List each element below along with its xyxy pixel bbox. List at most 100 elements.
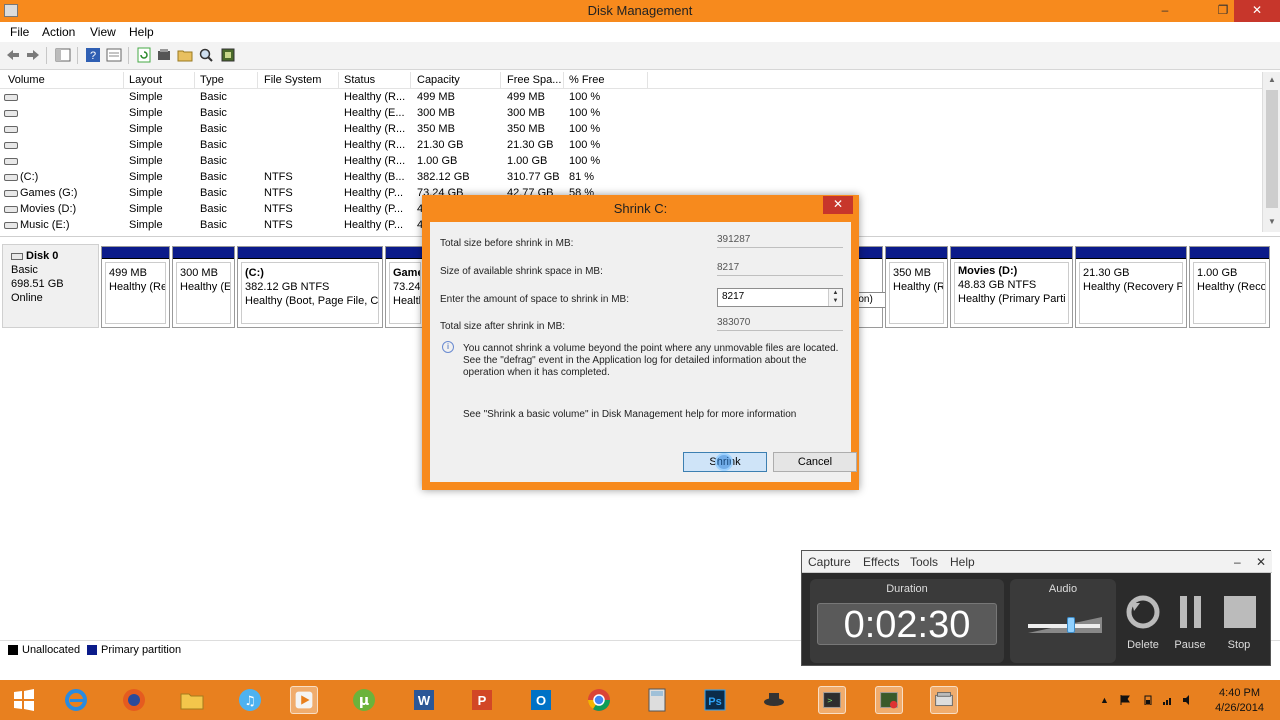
pause-button[interactable]: Pause [1168,639,1212,651]
cell-volume: Movies (D:) [20,203,77,215]
recorder-minimize-button[interactable]: – [1234,555,1241,569]
svg-text:P: P [478,693,487,708]
recorder-menu-help[interactable]: Help [950,555,975,569]
svg-text:µ: µ [359,693,369,709]
partition-recovery-2[interactable]: 350 MB Healthy (R [885,246,948,328]
audio-slider-thumb[interactable] [1067,617,1075,633]
task-app-icon[interactable] [875,686,903,714]
table-row[interactable]: Simple Basic Healthy (R... 1.00 GB 1.00 GB 10… [0,154,1262,170]
pause-icon[interactable] [1176,595,1206,629]
partition-size: 350 MB [893,267,931,279]
cell-capacity: 350 MB [417,123,455,135]
cell-layout: Simple [129,219,163,231]
volume-list-scrollbar[interactable]: ▲ ▼ [1262,72,1280,232]
table-row[interactable]: Simple Basic Healthy (R... 350 MB 350 MB 100 … [0,122,1262,138]
recorder-menu-effects[interactable]: Effects [863,555,899,569]
delete-button[interactable]: Delete [1121,639,1165,651]
cell-type: Basic [200,91,227,103]
partition-efi[interactable]: 300 MB Healthy (E [172,246,235,328]
partition-recovery-4[interactable]: 1.00 GB Healthy (Reco [1189,246,1270,328]
cell-type: Basic [200,219,227,231]
scroll-down-arrow-icon[interactable]: ▼ [1263,214,1280,230]
recorder-menu-tools[interactable]: Tools [910,555,938,569]
scroll-thumb[interactable] [1266,90,1278,208]
stop-button[interactable]: Stop [1217,639,1261,651]
dialog-close-button[interactable]: ✕ [823,196,853,214]
command-prompt-icon[interactable]: > [818,686,846,714]
powerpoint-icon[interactable]: P [468,686,496,714]
disk-management-taskbar-icon[interactable] [930,686,958,714]
shrink-amount-input[interactable]: 8217 ▲ ▼ [717,288,843,307]
svg-text:Ps: Ps [708,696,721,708]
partition-recovery-3[interactable]: 21.30 GB Healthy (Recovery P [1075,246,1187,328]
cell-volume: Music (E:) [20,219,70,231]
show-hidden-icons-arrow-icon[interactable]: ▲ [1100,695,1110,705]
dialog-body: Total size before shrink in MB: 391287 S… [430,222,851,482]
table-row[interactable]: Simple Basic Healthy (E... 300 MB 300 MB 100 … [0,106,1262,122]
firefox-icon[interactable] [120,686,148,714]
table-row[interactable]: Simple Basic Healthy (R... 499 MB 499 MB 100 … [0,90,1262,106]
partition-status: Healthy (E [180,281,231,293]
legend-primary-partition: Primary partition [101,644,182,656]
disk-name-text: Disk 0 [26,250,59,262]
internet-explorer-icon[interactable] [62,686,90,714]
partition-size: 499 MB [109,267,147,279]
cell-type: Basic [200,155,227,167]
partition-name: Movies (D:) [958,265,1018,277]
action-center-flag-icon[interactable] [1120,695,1130,705]
windows-start-icon[interactable] [10,686,38,714]
utorrent-icon[interactable]: µ [350,686,378,714]
partition-movies[interactable]: Movies (D:) 48.83 GB NTFS Healthy (Prima… [950,246,1073,328]
cell-type: Basic [200,203,227,215]
partition-recovery-1[interactable]: 499 MB Healthy (Re [101,246,170,328]
cell-type: Basic [200,107,227,119]
disk-0-label[interactable]: Disk 0 Basic 698.51 GB Online [2,244,99,328]
volume-drive-icon [4,94,18,101]
help-link-text[interactable]: See "Shrink a basic volume" in Disk Mana… [463,409,796,420]
cell-status: Healthy (E... [344,107,405,119]
audio-slider-track[interactable] [1028,624,1100,628]
itunes-icon[interactable]: ♫ [236,686,264,714]
cell-free-space: 350 MB [507,123,545,135]
cell-layout: Simple [129,187,163,199]
taskbar-clock[interactable]: 4:40 PM 4/26/2014 [1215,686,1264,716]
cell-free-space: 499 MB [507,91,545,103]
volume-drive-icon [4,206,18,213]
recorder-close-button[interactable]: ✕ [1256,555,1266,569]
partition-size: 382.12 GB NTFS [245,281,330,293]
volume-drive-icon [4,222,18,229]
delete-icon[interactable] [1126,595,1160,629]
camtasia-recorder-icon[interactable] [290,686,318,714]
word-icon[interactable]: W [410,686,438,714]
partition-music[interactable] [858,246,883,328]
battery-icon[interactable] [1143,695,1153,705]
partition-size: 21.30 GB [1083,267,1130,279]
spy-app-icon[interactable] [760,686,788,714]
partition-status: Health [393,295,420,307]
outlook-icon[interactable]: O [527,686,555,714]
spin-arrows-icon[interactable]: ▲ ▼ [828,289,842,306]
stop-icon[interactable] [1223,595,1257,629]
cell-file-system: NTFS [264,203,293,215]
table-row[interactable]: (C:) Simple Basic NTFS Healthy (B... 382.12 G… [0,170,1262,186]
cancel-button[interactable]: Cancel [773,452,857,472]
photoshop-icon[interactable]: Ps [701,686,729,714]
partition-c[interactable]: (C:) 382.12 GB NTFS Healthy (Boot, Page … [237,246,383,328]
recorder-menu-capture[interactable]: Capture [808,555,851,569]
disk-state: Online [11,292,43,304]
partition-body: Movies (D:) 48.83 GB NTFS Healthy (Prima… [954,262,1069,324]
cell-layout: Simple [129,123,163,135]
network-signal-icon[interactable] [1163,695,1173,705]
calculator-icon[interactable] [643,686,671,714]
partition-games[interactable]: Game 73.24 G Health [385,246,425,328]
scroll-up-arrow-icon[interactable]: ▲ [1263,72,1280,88]
chrome-icon[interactable] [585,686,613,714]
file-explorer-icon[interactable] [178,686,206,714]
duration-timer: 0:02:30 [817,603,997,646]
volume-speaker-icon[interactable] [1183,695,1193,705]
partition-body: (C:) 382.12 GB NTFS Healthy (Boot, Page … [241,262,379,324]
table-row[interactable]: Simple Basic Healthy (R... 21.30 GB 21.30 GB… [0,138,1262,154]
recorder-menu-bar: Capture Effects Tools Help – ✕ [802,551,1272,573]
cell-status: Healthy (R... [344,139,406,151]
cell-layout: Simple [129,203,163,215]
